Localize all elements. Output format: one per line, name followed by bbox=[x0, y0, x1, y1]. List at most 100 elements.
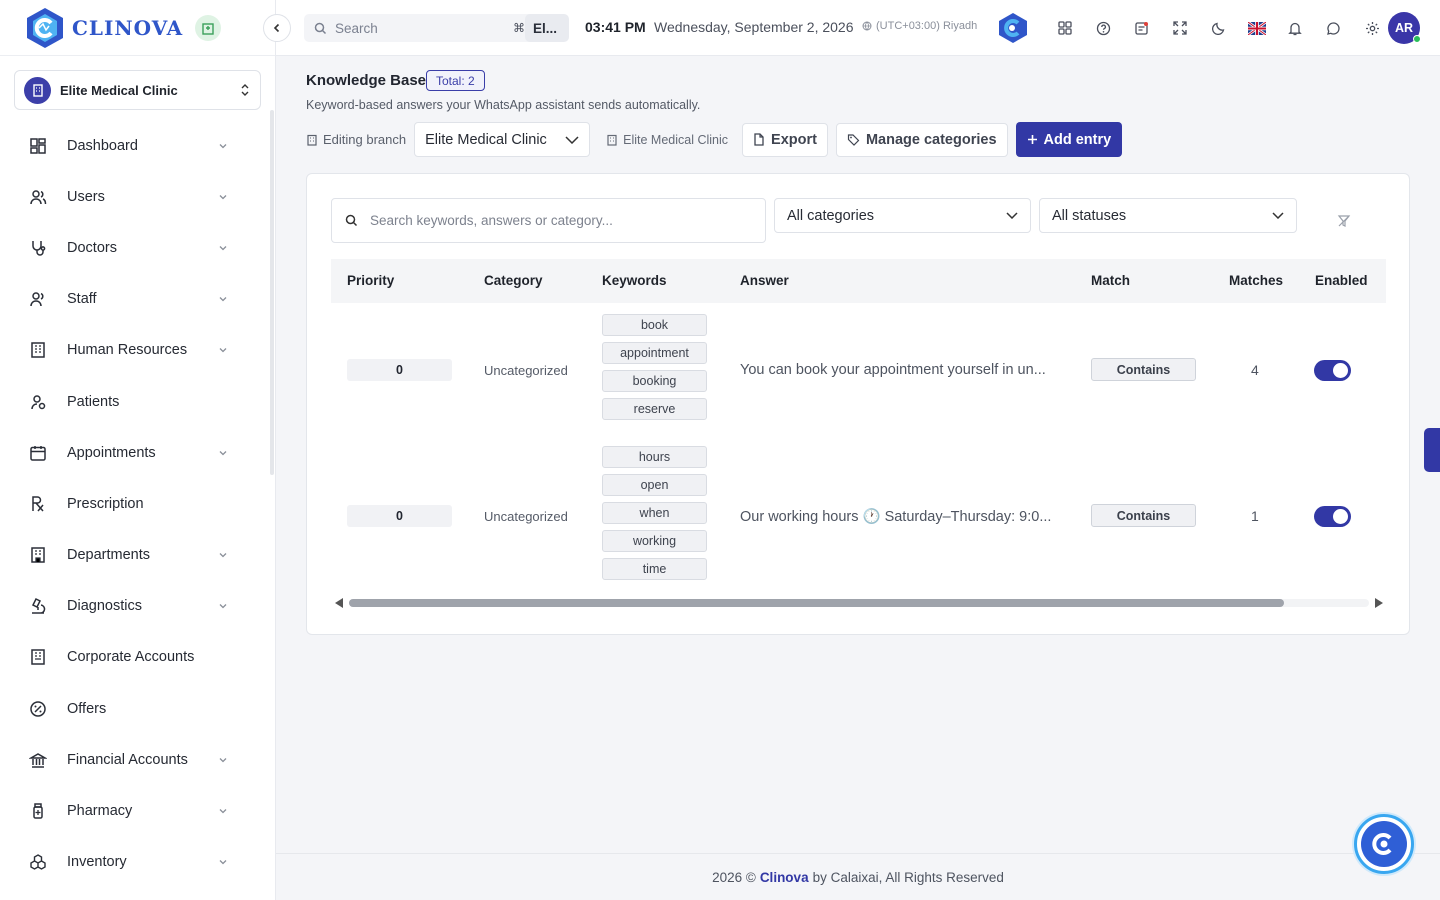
footer-brand-link[interactable]: Clinova bbox=[760, 870, 809, 885]
chevron-down-icon bbox=[218, 601, 228, 611]
priority-value[interactable]: 0 bbox=[347, 359, 452, 381]
editing-branch-text: Editing branch bbox=[323, 132, 407, 147]
manage-categories-button[interactable]: Manage categories bbox=[835, 122, 1008, 157]
sidebar-item-offers[interactable]: Offers bbox=[0, 683, 268, 734]
table-row[interactable]: 0 Uncategorized book appointment booking rese… bbox=[331, 314, 1386, 426]
col-keywords[interactable]: Keywords bbox=[602, 273, 667, 288]
language-flag-icon[interactable] bbox=[1246, 17, 1268, 39]
sidebar-item-label: Appointments bbox=[67, 444, 156, 461]
sidebar-item-staff[interactable]: Staff bbox=[0, 274, 268, 325]
timezone-label: (UTC+03:00) Riyadh bbox=[876, 20, 978, 32]
patient-icon bbox=[29, 393, 47, 411]
logo-row: CLINOVA bbox=[0, 0, 275, 56]
chevron-down-icon bbox=[218, 141, 228, 151]
online-status-dot bbox=[1413, 35, 1421, 43]
sidebar-item-inventory[interactable]: Inventory bbox=[0, 837, 268, 888]
col-priority[interactable]: Priority bbox=[347, 273, 394, 288]
sidebar-item-appointments[interactable]: Appointments bbox=[0, 427, 268, 478]
globe-icon bbox=[862, 21, 872, 31]
sidebar-item-label: Pharmacy bbox=[67, 803, 133, 820]
app-logo-icon[interactable] bbox=[998, 12, 1028, 44]
category-value: Uncategorized bbox=[484, 509, 568, 524]
sidebar-item-label: Users bbox=[67, 188, 105, 205]
answer-preview[interactable]: You can book your appointment yourself i… bbox=[740, 362, 1046, 378]
sidebar-item-dashboard[interactable]: Dashboard bbox=[0, 120, 268, 171]
settings-gear-icon[interactable] bbox=[1361, 17, 1383, 39]
sidebar-item-users[interactable]: Users bbox=[0, 171, 268, 222]
sidebar-item-human-resources[interactable]: Human Resources bbox=[0, 325, 268, 376]
bank-icon bbox=[29, 751, 47, 769]
add-entry-button[interactable]: Add entry bbox=[1015, 122, 1123, 157]
toggle-knob bbox=[1333, 363, 1348, 378]
page-subtitle: Keyword-based answers your WhatsApp assi… bbox=[306, 98, 701, 112]
sidebar-item-financial-accounts[interactable]: Financial Accounts bbox=[0, 734, 268, 785]
category-filter-select[interactable]: All categories bbox=[774, 198, 1031, 233]
enabled-toggle[interactable] bbox=[1314, 360, 1351, 381]
sidebar-scrollbar[interactable] bbox=[270, 110, 274, 475]
category-value: Uncategorized bbox=[484, 363, 568, 378]
col-category[interactable]: Category bbox=[484, 273, 543, 288]
enabled-toggle[interactable] bbox=[1314, 506, 1351, 527]
chevron-down-icon bbox=[218, 345, 228, 355]
current-branch-label: Elite Medical Clinic bbox=[606, 133, 728, 147]
apps-grid-icon[interactable] bbox=[1054, 17, 1076, 39]
sidebar-item-patients[interactable]: Patients bbox=[0, 376, 268, 427]
sidebar-item-diagnostics[interactable]: Diagnostics bbox=[0, 581, 268, 632]
col-enabled[interactable]: Enabled bbox=[1315, 273, 1368, 288]
corporate-icon bbox=[29, 648, 47, 666]
export-button[interactable]: Export bbox=[742, 122, 828, 157]
assistant-launcher-button[interactable] bbox=[1354, 814, 1414, 874]
collapse-sidebar-button[interactable] bbox=[263, 14, 291, 42]
scroll-thumb[interactable] bbox=[349, 599, 1284, 607]
hospital-badge-icon[interactable] bbox=[195, 14, 222, 41]
sidebar-item-doctors[interactable]: Doctors bbox=[0, 222, 268, 273]
calendar-icon bbox=[29, 444, 47, 462]
editing-branch-label: Editing branch bbox=[306, 132, 406, 147]
knowledge-base-card: Search keywords, answers or category... … bbox=[306, 173, 1410, 635]
match-type-badge: Contains bbox=[1091, 358, 1196, 381]
sidebar-item-corporate-accounts[interactable]: Corporate Accounts bbox=[0, 632, 268, 683]
chevron-down-icon bbox=[218, 857, 228, 867]
clear-filters-icon[interactable] bbox=[1337, 214, 1353, 230]
match-type-badge: Contains bbox=[1091, 504, 1196, 527]
branch-switcher[interactable]: Elite Medical Clinic bbox=[14, 70, 261, 110]
chat-icon[interactable] bbox=[1323, 17, 1345, 39]
sidebar-item-departments[interactable]: Departments bbox=[0, 530, 268, 581]
sidebar-item-label: Human Resources bbox=[67, 342, 188, 359]
microscope-icon bbox=[29, 597, 47, 615]
global-search-input[interactable]: Search ⌘ bbox=[304, 14, 535, 42]
footer: 2026 © Clinova by Calaixai, All Rights R… bbox=[276, 853, 1440, 900]
user-avatar[interactable]: AR bbox=[1388, 12, 1421, 44]
clinova-logo-icon[interactable] bbox=[24, 6, 66, 50]
answer-preview[interactable]: Our working hours 🕐 Saturday–Thursday: 9… bbox=[740, 508, 1051, 525]
col-matches[interactable]: Matches bbox=[1229, 273, 1283, 288]
release-notes-icon[interactable] bbox=[1131, 17, 1153, 39]
side-drawer-tab[interactable] bbox=[1424, 428, 1440, 472]
keyword-chip: reserve bbox=[602, 398, 707, 420]
dark-mode-icon[interactable] bbox=[1208, 17, 1230, 39]
col-match[interactable]: Match bbox=[1091, 273, 1130, 288]
sidebar-item-prescription[interactable]: Prescription bbox=[0, 478, 268, 529]
table-row[interactable]: 0 Uncategorized hours open when working time Ou… bbox=[331, 446, 1386, 586]
branch-chip[interactable]: El... bbox=[525, 14, 569, 42]
status-filter-select[interactable]: All statuses bbox=[1039, 198, 1297, 233]
scroll-left-arrow-icon[interactable] bbox=[335, 598, 343, 608]
chevron-down-icon bbox=[218, 806, 228, 816]
search-icon bbox=[345, 214, 358, 227]
scroll-right-arrow-icon[interactable] bbox=[1375, 598, 1383, 608]
kb-search-input[interactable]: Search keywords, answers or category... bbox=[331, 198, 766, 243]
col-answer[interactable]: Answer bbox=[740, 273, 789, 288]
brand-name: CLINOVA bbox=[72, 15, 184, 40]
editing-branch-select[interactable]: Elite Medical Clinic bbox=[414, 122, 591, 157]
priority-value[interactable]: 0 bbox=[347, 505, 452, 527]
updown-chevron-icon bbox=[241, 84, 249, 96]
help-icon[interactable] bbox=[1092, 17, 1114, 39]
pill-bottle-icon bbox=[29, 802, 47, 820]
export-label: Export bbox=[771, 131, 817, 148]
fullscreen-icon[interactable] bbox=[1169, 17, 1191, 39]
table-horizontal-scrollbar[interactable] bbox=[335, 596, 1385, 610]
sidebar-item-pharmacy[interactable]: Pharmacy bbox=[0, 785, 268, 836]
sidebar-nav: Dashboard Users Doctors Staff Human Resource… bbox=[0, 120, 268, 888]
notifications-bell-icon[interactable] bbox=[1284, 17, 1306, 39]
page-title: Knowledge Base bbox=[306, 72, 427, 89]
